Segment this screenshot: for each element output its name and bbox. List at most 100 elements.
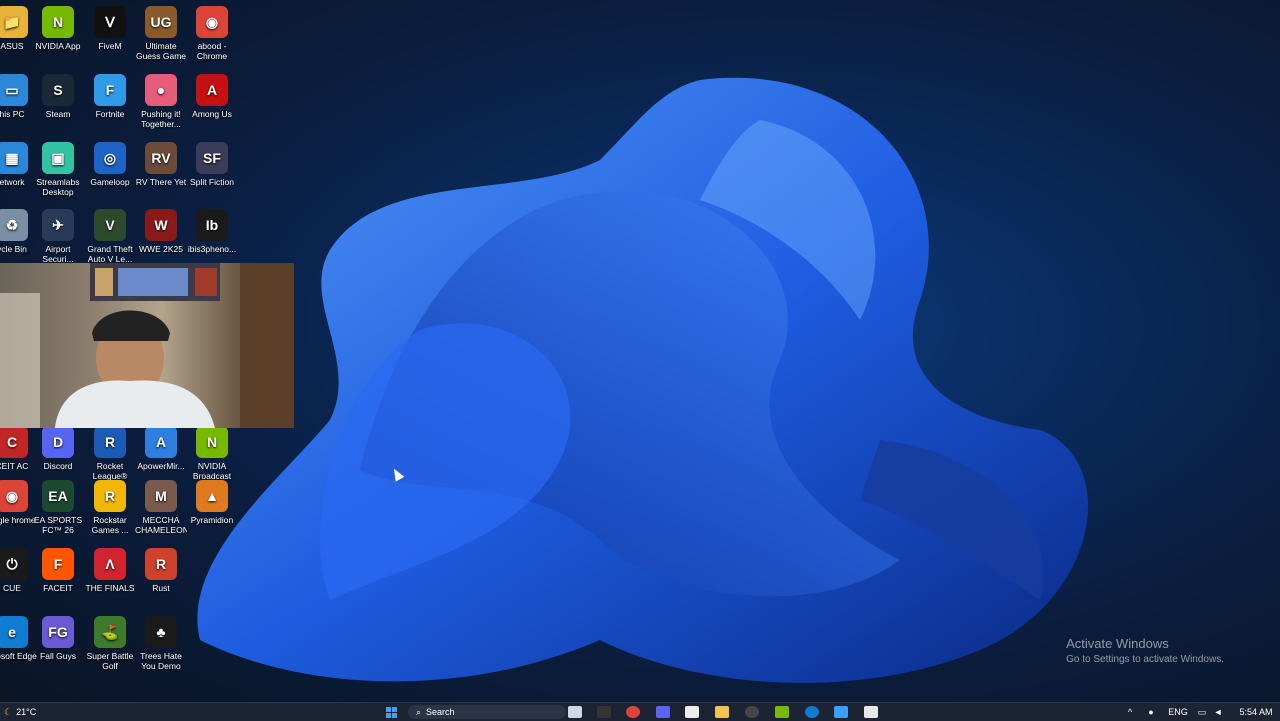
app-icon: ♣ (145, 616, 177, 648)
desktop-icon[interactable]: M MECCHA CHAMELEON (135, 480, 187, 535)
desktop-icon-label: EA SPORTS FC™ 26 (33, 515, 83, 535)
app-icon: ◉ (196, 6, 228, 38)
store-icon[interactable] (834, 705, 848, 719)
obs-icon[interactable] (745, 705, 759, 719)
microphone-icon[interactable]: ● (1145, 705, 1157, 719)
app-icon: W (145, 209, 177, 241)
nvidia-taskbar-icon[interactable] (775, 705, 789, 719)
desktop-icon-label: Steam (45, 109, 71, 119)
desktop-icon[interactable]: N NVIDIA App (32, 6, 84, 51)
app-icon: M (145, 480, 177, 512)
desktop-icon[interactable]: S Steam (32, 74, 84, 119)
desktop-icon[interactable]: N NVIDIA Broadcast (186, 426, 238, 481)
task-view-icon[interactable] (568, 705, 582, 719)
desktop-icon-label: ibis3pheno... (187, 244, 237, 254)
network-icon[interactable]: ▭ (1196, 705, 1208, 719)
desktop-icon-label: WWE 2K25 (139, 244, 183, 254)
desktop-icon-label: Ultimate Guess Game (135, 41, 187, 61)
desktop-icon[interactable]: ◎ Gameloop (84, 142, 136, 187)
discord-taskbar-icon[interactable] (656, 705, 670, 719)
desktop-icon-label: Gameloop (90, 177, 130, 187)
desktop-icon[interactable]: ◉ abood - Chrome (186, 6, 238, 61)
desktop-icon-label: Rocket League® (92, 461, 128, 481)
webcam-overlay (0, 263, 294, 428)
clock[interactable]: 5:54 AM (1236, 705, 1276, 719)
ms-store-icon[interactable] (864, 705, 878, 719)
capcut-icon[interactable] (685, 705, 699, 719)
volume-icon[interactable]: ◄ (1212, 705, 1224, 719)
desktop-icon[interactable]: W WWE 2K25 (135, 209, 187, 254)
edge-taskbar-icon[interactable] (805, 705, 819, 719)
app-icon: Ib (196, 209, 228, 241)
desktop-icon[interactable]: EA EA SPORTS FC™ 26 (32, 480, 84, 535)
desktop-icon[interactable]: R Rocket League® (84, 426, 136, 481)
desktop-icon[interactable]: SF Split Fiction (186, 142, 238, 187)
desktop-icon[interactable]: V Grand Theft Auto V Le... (84, 209, 136, 264)
app-icon: D (42, 426, 74, 458)
desktop-icon-label: Among Us (192, 109, 232, 119)
desktop-icon-label: Pushing it! Together... (141, 109, 181, 129)
app-icon: R (94, 426, 126, 458)
desktop-icon-label: ApowerMir... (137, 461, 185, 471)
desktop-icon[interactable]: ♣ Trees Hate You Demo (135, 616, 187, 671)
search-icon: ⌕ (416, 706, 422, 717)
app-icon: R (94, 480, 126, 512)
desktop-icon-label: Split Fiction (190, 177, 234, 187)
desktop-icon[interactable]: Ib ibis3pheno... (186, 209, 238, 254)
desktop-icon-label: Trees Hate You Demo (140, 651, 182, 671)
app-icon: UG (145, 6, 177, 38)
start-button[interactable] (383, 705, 399, 719)
weather-icon: ☾ (4, 706, 13, 717)
desktop-icon-label: Streamlabs Desktop (36, 177, 80, 197)
activate-windows-watermark: Activate Windows Go to Settings to activ… (1066, 636, 1224, 665)
taskbar: ☾ 21°C ⌕ Search ^ ● ENG ▭ ◄ 5:54 AM (0, 702, 1280, 721)
app-icon: ▣ (42, 142, 74, 174)
app-icon: ✈ (42, 209, 74, 241)
desktop-icon[interactable]: ▣ Streamlabs Desktop (32, 142, 84, 197)
weather-widget[interactable]: ☾ 21°C (4, 705, 54, 719)
app-icon: ♻ (0, 209, 28, 241)
language-indicator[interactable]: ENG (1166, 705, 1190, 719)
desktop-icon[interactable]: R Rockstar Games ... (84, 480, 136, 535)
chevron-up-icon[interactable]: ^ (1124, 705, 1136, 719)
watermark-subtitle: Go to Settings to activate Windows. (1066, 654, 1224, 665)
desktop-icon-label: Grand Theft Auto V Le... (87, 244, 133, 264)
app-icon: Ⅴ (94, 6, 126, 38)
epic-games-icon[interactable] (597, 705, 611, 719)
app-icon: ◉ (0, 480, 28, 512)
desktop-icon[interactable]: R Rust (135, 548, 187, 593)
desktop-icon[interactable]: ⛳ Super Battle Golf (84, 616, 136, 671)
desktop-icon-label: abood - Chrome (196, 41, 228, 61)
search-box[interactable]: ⌕ Search (408, 705, 566, 719)
desktop-icon[interactable]: ▲ Pyramidion (186, 480, 238, 525)
app-icon: ⛳ (94, 616, 126, 648)
app-icon: ▦ (0, 142, 28, 174)
desktop-icon[interactable]: ✈ Airport Securi... (32, 209, 84, 264)
desktop-icon[interactable]: F FACEIT (32, 548, 84, 593)
desktop-icon[interactable]: A ApowerMir... (135, 426, 187, 471)
app-icon: SF (196, 142, 228, 174)
app-icon: A (196, 74, 228, 106)
app-icon: RV (145, 142, 177, 174)
desktop-icon-label: NVIDIA Broadcast (192, 461, 232, 481)
desktop-icon[interactable]: F Fortnite (84, 74, 136, 119)
app-icon: ▲ (196, 480, 228, 512)
chrome-taskbar-icon[interactable] (626, 705, 640, 719)
desktop-icon-label: FACEIT (43, 583, 73, 593)
desktop-icon[interactable]: D Discord (32, 426, 84, 471)
app-icon: EA (42, 480, 74, 512)
desktop-icon[interactable]: A Among Us (186, 74, 238, 119)
desktop-icon[interactable]: RV RV There Yet (135, 142, 187, 187)
desktop-icon[interactable]: FG Fall Guys (32, 616, 84, 661)
desktop-icon[interactable]: Λ THE FINALS (84, 548, 136, 593)
desktop-icon-label: Super Battle Golf (86, 651, 134, 671)
desktop-icon[interactable]: UG Ultimate Guess Game (135, 6, 187, 61)
desktop-icon[interactable]: ● Pushing it! Together... (135, 74, 187, 129)
app-icon: A (145, 426, 177, 458)
windows-logo-icon (385, 706, 397, 718)
desktop-icon-label: MECCHA CHAMELEON (135, 515, 187, 535)
desktop-icon-label: Fall Guys (40, 651, 76, 661)
file-explorer-icon[interactable] (715, 705, 729, 719)
desktop-icon-label: Rockstar Games ... (91, 515, 129, 535)
desktop-icon[interactable]: Ⅴ FiveM (84, 6, 136, 51)
